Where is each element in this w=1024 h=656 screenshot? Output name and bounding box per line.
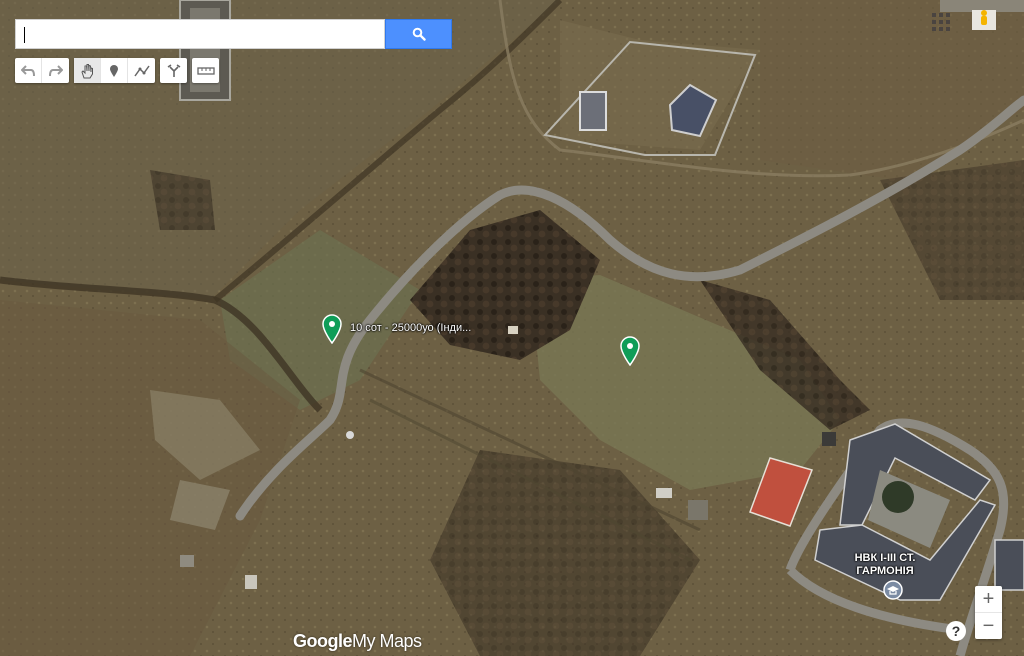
marker-icon: [110, 64, 118, 77]
measure-button[interactable]: [192, 58, 219, 83]
search-icon: [412, 27, 426, 41]
hand-icon: [81, 63, 93, 78]
redo-button[interactable]: [42, 58, 69, 83]
undo-button[interactable]: [15, 58, 42, 83]
logo-mymaps: My Maps: [352, 631, 422, 651]
line-icon: [133, 65, 150, 76]
measure-group: [192, 58, 219, 83]
map-marker-secondary[interactable]: [619, 336, 641, 366]
search-box: [15, 19, 385, 49]
poi-label-line2: ГАРМОНІЯ: [856, 565, 914, 577]
undo-icon: [21, 64, 35, 76]
search-button[interactable]: [385, 19, 452, 49]
directions-icon: [167, 63, 180, 77]
map-marker-plot[interactable]: [321, 314, 343, 344]
google-my-maps-logo: GoogleMy Maps: [293, 631, 422, 652]
directions-button[interactable]: [160, 58, 187, 83]
zoom-control: + −: [975, 586, 1002, 639]
ruler-icon: [196, 66, 215, 75]
draw-line-button[interactable]: [128, 58, 155, 83]
school-poi-icon[interactable]: [883, 580, 903, 600]
apps-grid-icon[interactable]: [931, 12, 951, 32]
zoom-out-button[interactable]: −: [975, 613, 1002, 639]
logo-google: Google: [293, 631, 353, 651]
add-marker-button[interactable]: [101, 58, 128, 83]
text-caret: [24, 27, 25, 43]
tools-group: [74, 58, 155, 83]
redo-icon: [48, 64, 63, 76]
poi-label-school[interactable]: НВК І-ІІІ СТ. ГАРМОНІЯ: [835, 552, 935, 578]
directions-group: [160, 58, 187, 83]
help-button[interactable]: ?: [946, 621, 966, 641]
map-toolbar: [15, 58, 224, 83]
marker-label: 10 сот - 25000уо (Інди...: [350, 322, 472, 334]
zoom-in-button[interactable]: +: [975, 586, 1002, 613]
search-input[interactable]: [16, 20, 384, 48]
poi-label-line1: НВК І-ІІІ СТ.: [854, 552, 916, 564]
pegman-icon[interactable]: [970, 4, 998, 34]
history-group: [15, 58, 69, 83]
pan-tool-button[interactable]: [74, 58, 101, 83]
